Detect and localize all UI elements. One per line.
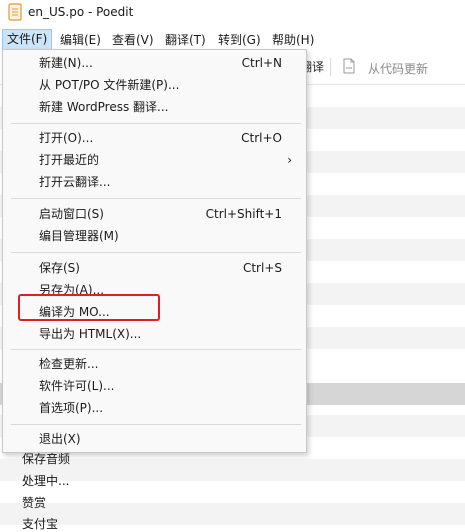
menu-separator	[11, 252, 301, 253]
submenu-arrow-icon: ›	[287, 153, 292, 167]
menu-item-label: 首选项(P)...	[39, 401, 104, 415]
menu-item-label: 保存(S)	[39, 261, 80, 275]
menu-item-new-wordpress[interactable]: 新建 WordPress 翻译...	[3, 96, 306, 118]
menu-separator	[11, 349, 301, 350]
menu-item-label: 检查更新...	[39, 357, 99, 371]
menu-bar: 文件(F) 编辑(E) 查看(V) 翻译(T) 转到(G) 帮助(H)	[0, 28, 465, 50]
menu-item-shortcut: Ctrl+S	[242, 261, 282, 275]
list-row-stripe	[0, 503, 465, 525]
menu-item-label: 打开云翻译...	[39, 175, 111, 189]
menu-item-label: 退出(X)	[39, 432, 81, 446]
menu-item-shortcut: Ctrl+N	[241, 56, 282, 70]
menu-item-label: 新建 WordPress 翻译...	[39, 100, 169, 114]
menu-item-label: 新建(N)...	[39, 56, 93, 70]
menu-item-open-recent[interactable]: 打开最近的 ›	[3, 149, 306, 171]
menu-item-export-html[interactable]: 导出为 HTML(X)...	[3, 323, 306, 345]
file-menu-dropdown: 新建(N)... Ctrl+N 从 POT/PO 文件新建(P)... 新建 W…	[2, 49, 307, 453]
menu-item-license[interactable]: 软件许可(L)...	[3, 375, 306, 397]
menu-separator	[11, 123, 301, 124]
update-from-source-button[interactable]: 从代码更新	[368, 60, 428, 77]
poedit-app-icon	[8, 3, 22, 21]
menu-item-label: 导出为 HTML(X)...	[39, 327, 142, 341]
menu-item-label: 启动窗口(S)	[39, 207, 104, 221]
menu-file[interactable]: 文件(F)	[2, 29, 53, 50]
toolbar-separator	[330, 58, 331, 76]
menu-item-open[interactable]: 打开(O)... Ctrl+O	[3, 127, 306, 149]
list-item[interactable]: 支付宝	[22, 515, 58, 532]
menu-item-shortcut: Ctrl+Shift+1	[205, 207, 282, 221]
menu-item-new[interactable]: 新建(N)... Ctrl+N	[3, 52, 306, 74]
menu-item-new-from-pot[interactable]: 从 POT/PO 文件新建(P)...	[3, 74, 306, 96]
list-item[interactable]: 处理中...	[22, 472, 69, 489]
window-title: en_US.po - Poedit	[28, 5, 134, 19]
menu-item-save[interactable]: 保存(S) Ctrl+S	[3, 257, 306, 279]
menu-item-check-updates[interactable]: 检查更新...	[3, 353, 306, 375]
menu-view[interactable]: 查看(V)	[108, 30, 158, 50]
menu-item-label: 软件许可(L)...	[39, 379, 115, 393]
menu-item-label: 编目管理器(M)	[39, 229, 119, 243]
menu-item-label: 打开(O)...	[39, 131, 94, 145]
menu-item-preferences[interactable]: 首选项(P)...	[3, 397, 306, 419]
menu-item-label: 从 POT/PO 文件新建(P)...	[39, 78, 180, 92]
menu-edit[interactable]: 编辑(E)	[56, 30, 105, 50]
menu-item-catalog-manager[interactable]: 编目管理器(M)	[3, 225, 306, 247]
menu-separator	[11, 198, 301, 199]
menu-item-exit[interactable]: 退出(X)	[3, 428, 306, 450]
highlight-annotation-box	[18, 294, 160, 321]
title-bar: en_US.po - Poedit	[0, 0, 465, 26]
menu-separator	[11, 424, 301, 425]
menu-help[interactable]: 帮助(H)	[268, 30, 318, 50]
menu-item-startup-window[interactable]: 启动窗口(S) Ctrl+Shift+1	[3, 203, 306, 225]
menu-item-shortcut: Ctrl+O	[241, 131, 282, 145]
menu-translate[interactable]: 翻译(T)	[161, 30, 210, 50]
menu-goto[interactable]: 转到(G)	[214, 30, 265, 50]
document-icon	[343, 58, 355, 74]
list-item[interactable]: 赞赏	[22, 494, 46, 511]
menu-item-label: 打开最近的	[39, 153, 100, 167]
menu-item-open-cloud[interactable]: 打开云翻译...	[3, 171, 306, 193]
